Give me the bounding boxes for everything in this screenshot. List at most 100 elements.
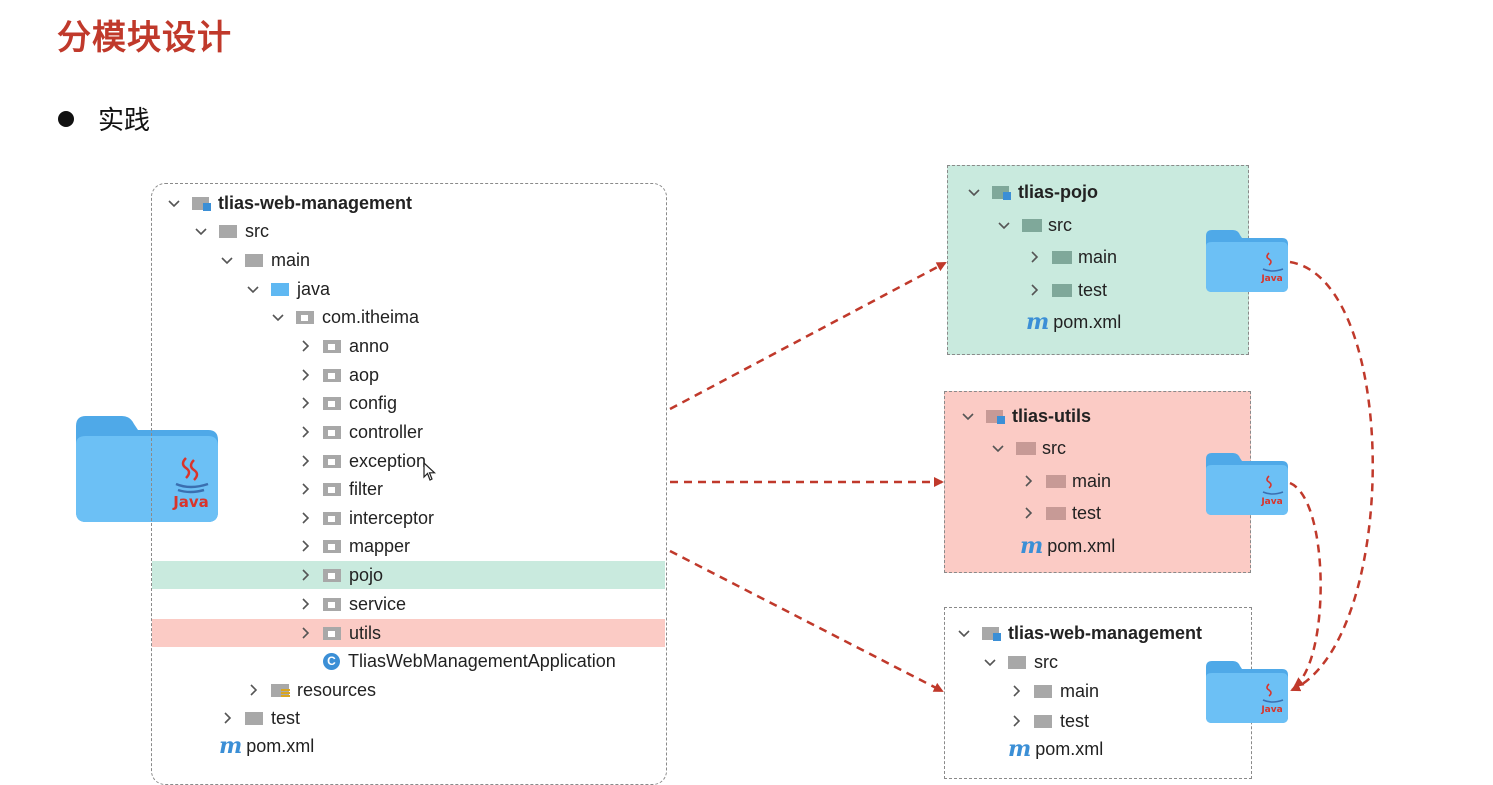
arrow-pojo-to-web <box>1289 260 1374 692</box>
package-icon <box>323 481 343 497</box>
chevron-down-icon[interactable] <box>166 195 182 211</box>
web-row-src[interactable]: src <box>982 648 1058 676</box>
tree-row-java[interactable]: java <box>245 275 330 303</box>
pom-label: pom.xml <box>1053 311 1122 332</box>
chevron-down-icon[interactable] <box>996 217 1012 233</box>
folder-icon <box>1008 654 1028 670</box>
utils-row-main[interactable]: main <box>1020 467 1111 495</box>
folder-icon <box>1016 440 1036 456</box>
page-title: 分模块设计 <box>57 19 232 57</box>
chevron-right-icon[interactable] <box>297 538 313 554</box>
tree-row-app-class[interactable]: C TliasWebManagementApplication <box>323 647 616 675</box>
web-row-root[interactable]: tlias-web-management <box>956 619 1202 647</box>
tree-row-main[interactable]: main <box>219 246 310 274</box>
utils-row-src[interactable]: src <box>990 434 1066 462</box>
chevron-right-icon[interactable] <box>1008 683 1024 699</box>
chevron-down-icon[interactable] <box>966 184 982 200</box>
web-row-pom[interactable]: m pom.xml <box>1008 735 1103 763</box>
src-label: src <box>1042 437 1066 458</box>
package-row-filter[interactable]: filter <box>297 475 383 503</box>
src-label: src <box>1034 651 1058 672</box>
chevron-down-icon[interactable] <box>245 281 261 297</box>
chevron-down-icon[interactable] <box>960 408 976 424</box>
maven-icon: m <box>1008 736 1032 762</box>
arrow-to-web <box>669 549 944 693</box>
chevron-right-icon[interactable] <box>297 367 313 383</box>
chevron-right-icon[interactable] <box>1020 505 1036 521</box>
package-row-pojo[interactable]: pojo <box>152 561 665 589</box>
package-icon <box>323 338 343 354</box>
tree-row-package[interactable]: com.itheima <box>270 303 419 331</box>
pojo-row-src[interactable]: src <box>996 211 1072 239</box>
package-label: aop <box>349 364 380 385</box>
chevron-right-icon[interactable] <box>297 567 313 583</box>
chevron-right-icon[interactable] <box>297 481 313 497</box>
module-label: tlias-pojo <box>1018 181 1098 202</box>
module-folder-icon <box>192 195 212 211</box>
folder-icon <box>219 223 239 239</box>
pojo-row-test[interactable]: test <box>1026 276 1107 304</box>
app-class-label: TliasWebManagementApplication <box>348 650 616 671</box>
package-row-service[interactable]: service <box>297 590 406 618</box>
pojo-row-main[interactable]: main <box>1026 243 1117 271</box>
utils-row-test[interactable]: test <box>1020 499 1101 527</box>
maven-icon: m <box>1026 309 1050 335</box>
chevron-right-icon[interactable] <box>1026 249 1042 265</box>
web-row-test[interactable]: test <box>1008 707 1089 735</box>
module-folder-icon <box>992 184 1012 200</box>
package-row-interceptor[interactable]: interceptor <box>297 504 434 532</box>
chevron-right-icon[interactable] <box>297 424 313 440</box>
pojo-row-pom[interactable]: m pom.xml <box>1026 308 1121 336</box>
chevron-down-icon[interactable] <box>193 223 209 239</box>
chevron-right-icon[interactable] <box>297 510 313 526</box>
tree-row-src[interactable]: src <box>193 217 269 245</box>
package-icon <box>323 453 343 469</box>
chevron-right-icon[interactable] <box>297 453 313 469</box>
chevron-right-icon[interactable] <box>219 710 235 726</box>
package-icon <box>323 625 343 641</box>
pojo-row-root[interactable]: tlias-pojo <box>966 178 1098 206</box>
main-label: main <box>1072 470 1112 491</box>
chevron-down-icon[interactable] <box>956 625 972 641</box>
tree-row-root[interactable]: tlias-web-management <box>166 189 412 217</box>
chevron-right-icon[interactable] <box>297 338 313 354</box>
tree-row-pom[interactable]: m pom.xml <box>219 732 314 760</box>
package-icon <box>323 538 343 554</box>
chevron-right-icon[interactable] <box>297 625 313 641</box>
chevron-down-icon[interactable] <box>219 252 235 268</box>
java-folder-label: Java <box>1260 497 1282 507</box>
package-label: filter <box>349 478 384 499</box>
chevron-right-icon[interactable] <box>1026 282 1042 298</box>
tree-row-resources[interactable]: resources <box>245 676 376 704</box>
tree-row-test[interactable]: test <box>219 704 300 732</box>
chevron-down-icon[interactable] <box>990 440 1006 456</box>
utils-row-pom[interactable]: m pom.xml <box>1020 532 1115 560</box>
package-label: controller <box>349 421 424 442</box>
package-row-config[interactable]: config <box>297 389 397 417</box>
root-module-label: tlias-web-management <box>218 192 413 213</box>
chevron-right-icon[interactable] <box>297 596 313 612</box>
chevron-right-icon[interactable] <box>297 395 313 411</box>
web-row-main[interactable]: main <box>1008 677 1099 705</box>
arrow-to-pojo <box>669 261 947 411</box>
chevron-right-icon[interactable] <box>1020 473 1036 489</box>
package-row-controller[interactable]: controller <box>297 418 423 446</box>
package-row-mapper[interactable]: mapper <box>297 532 410 560</box>
package-label: mapper <box>349 535 411 556</box>
module-label: tlias-web-management <box>1008 622 1203 643</box>
main-label: main <box>271 249 311 270</box>
chevron-right-icon[interactable] <box>245 682 261 698</box>
package-icon <box>323 424 343 440</box>
package-row-exception[interactable]: exception <box>297 447 426 475</box>
utils-row-root[interactable]: tlias-utils <box>960 402 1091 430</box>
src-label: src <box>245 220 269 241</box>
package-row-utils[interactable]: utils <box>152 619 665 647</box>
chevron-right-icon[interactable] <box>1008 713 1024 729</box>
package-row-anno[interactable]: anno <box>297 332 389 360</box>
folder-icon <box>1034 683 1054 699</box>
class-icon: C <box>323 652 340 670</box>
package-row-aop[interactable]: aop <box>297 361 379 389</box>
chevron-down-icon[interactable] <box>270 309 286 325</box>
folder-icon <box>1046 505 1066 521</box>
chevron-down-icon[interactable] <box>982 654 998 670</box>
